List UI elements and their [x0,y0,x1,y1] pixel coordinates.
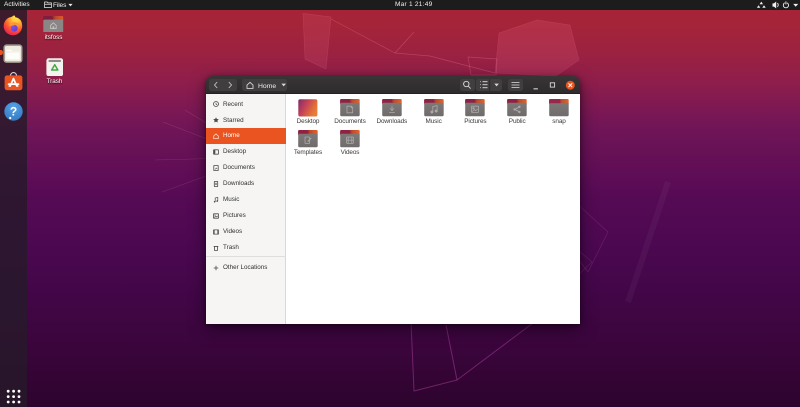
svg-text:Home: Home [258,83,276,90]
svg-text:?: ? [9,104,16,118]
